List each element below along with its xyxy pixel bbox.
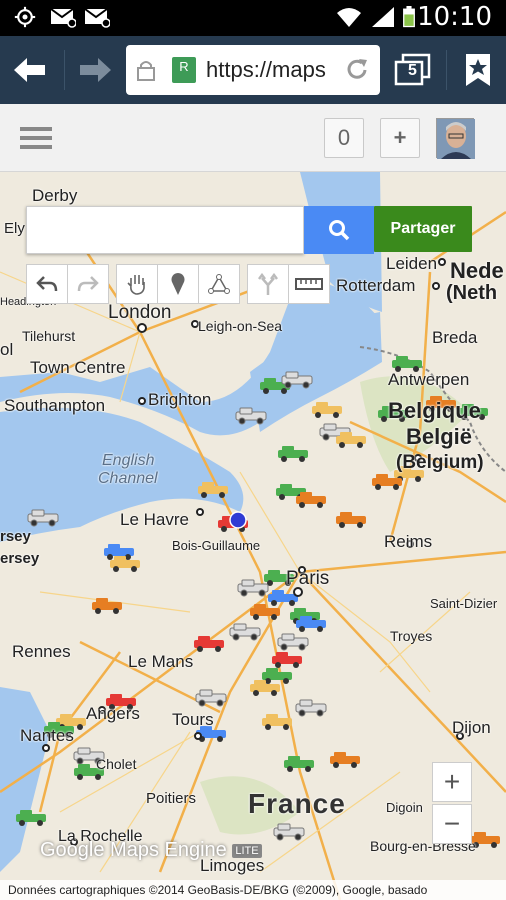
map-label: Troyes: [390, 628, 433, 644]
avatar-face-icon: [437, 119, 475, 159]
line-icon: [208, 274, 230, 294]
email-icon-2: [84, 8, 110, 28]
map-toolbar: [26, 264, 330, 304]
hand-icon: [127, 275, 145, 295]
site-badge-letter: R: [179, 59, 189, 74]
map-label: Nantes: [20, 726, 74, 745]
signal-icon: [372, 7, 394, 27]
map-label: België: [406, 424, 473, 449]
map-label: Antwerpen: [388, 370, 470, 389]
map-label: Breda: [432, 328, 478, 347]
map-label: Nede: [450, 258, 504, 283]
directions-icon: [258, 273, 278, 295]
map-label: Channel: [98, 470, 158, 487]
bookmark-star-icon: [466, 54, 490, 86]
zoom-in-button[interactable]: +: [432, 762, 472, 802]
zoom-out-button[interactable]: −: [432, 804, 472, 844]
bookmark-button[interactable]: [450, 36, 506, 104]
reload-icon[interactable]: [344, 57, 370, 83]
counter-button[interactable]: 0: [324, 118, 364, 158]
map-label: Ely: [4, 220, 25, 237]
marker-icon: [171, 273, 185, 295]
email-icon: [50, 8, 76, 28]
tabs-button[interactable]: 5: [386, 36, 440, 104]
map-label: Dijon: [452, 718, 491, 737]
add-button[interactable]: +: [380, 118, 420, 158]
watermark-text: Google Maps Engine: [40, 839, 227, 861]
map-label: (Neth: [446, 282, 498, 304]
draw-line-button[interactable]: [198, 264, 240, 304]
map-label: ol: [0, 340, 14, 359]
search-icon: [329, 220, 350, 241]
map-label: Rennes: [12, 642, 71, 661]
directions-button[interactable]: [247, 264, 289, 304]
redo-button[interactable]: [67, 264, 109, 304]
map-label: Cholet: [96, 756, 137, 772]
search-input[interactable]: [26, 206, 304, 254]
map-label: Angers: [86, 704, 140, 723]
map-label: Southampton: [4, 396, 106, 415]
ruler-icon: [295, 278, 323, 290]
measure-button[interactable]: [288, 264, 330, 304]
browser-toolbar: R https://maps 5: [0, 36, 506, 104]
map-label: ersey: [0, 550, 40, 567]
map-label: Tours: [172, 710, 214, 729]
map-copyright: Données cartographiques ©2014 GeoBasis-D…: [0, 880, 506, 900]
back-arrow-icon: [14, 58, 45, 82]
pan-tool-button[interactable]: [116, 264, 158, 304]
map-label: Le Havre: [120, 510, 189, 529]
map-view[interactable]: Derby Ely Leiden Nede (Neth Rotterdam Br…: [0, 172, 506, 900]
gps-icon: [14, 6, 36, 28]
forward-arrow-icon: [80, 58, 111, 82]
forward-button[interactable]: [68, 36, 124, 104]
map-label: London: [108, 302, 172, 323]
status-bar: 10:10: [0, 0, 506, 36]
map-label-country: France: [248, 788, 346, 819]
map-label: Belgique: [388, 398, 481, 423]
lock-icon: [137, 61, 155, 81]
map-label: Reims: [384, 532, 433, 551]
share-button[interactable]: Partager: [374, 206, 472, 252]
undo-icon: [36, 276, 58, 292]
tab-count: 5: [408, 62, 417, 79]
wifi-icon: [337, 8, 361, 27]
maps-engine-watermark: Google Maps Engine LITE: [40, 839, 262, 862]
map-label: (Belgium): [396, 452, 484, 473]
avatar[interactable]: [436, 118, 475, 159]
map-label: Bois-Guillaume: [172, 538, 261, 553]
map-label: Poitiers: [146, 790, 197, 807]
map-label: Paris: [286, 568, 330, 589]
map-label: Leigh-on-Sea: [198, 318, 283, 334]
map-label: Town Centre: [30, 358, 126, 377]
url-text: https://maps: [206, 57, 326, 82]
map-label: Derby: [32, 186, 78, 205]
add-marker-button[interactable]: [157, 264, 199, 304]
map-label: rsey: [0, 528, 31, 545]
menu-icon[interactable]: [20, 126, 52, 150]
redo-icon: [77, 276, 99, 292]
map-label: Tilehurst: [22, 328, 76, 344]
map-label: Digoin: [386, 800, 423, 815]
search-field[interactable]: [27, 207, 303, 253]
map-label: Brighton: [148, 390, 212, 409]
undo-button[interactable]: [26, 264, 68, 304]
status-time: 10:10: [417, 2, 492, 32]
map-label: Le Mans: [128, 652, 194, 671]
map-label: Leiden: [386, 254, 438, 273]
address-bar[interactable]: R https://maps: [126, 45, 380, 95]
search-button[interactable]: [304, 206, 374, 254]
site-favicon: R: [172, 57, 196, 83]
map-label: Saint-Dizier: [430, 596, 498, 611]
map-label: Rotterdam: [336, 276, 416, 295]
watermark-badge: LITE: [232, 843, 262, 858]
back-button[interactable]: [0, 36, 60, 104]
map-label: English: [102, 452, 155, 469]
app-header: 0 +: [0, 104, 506, 172]
